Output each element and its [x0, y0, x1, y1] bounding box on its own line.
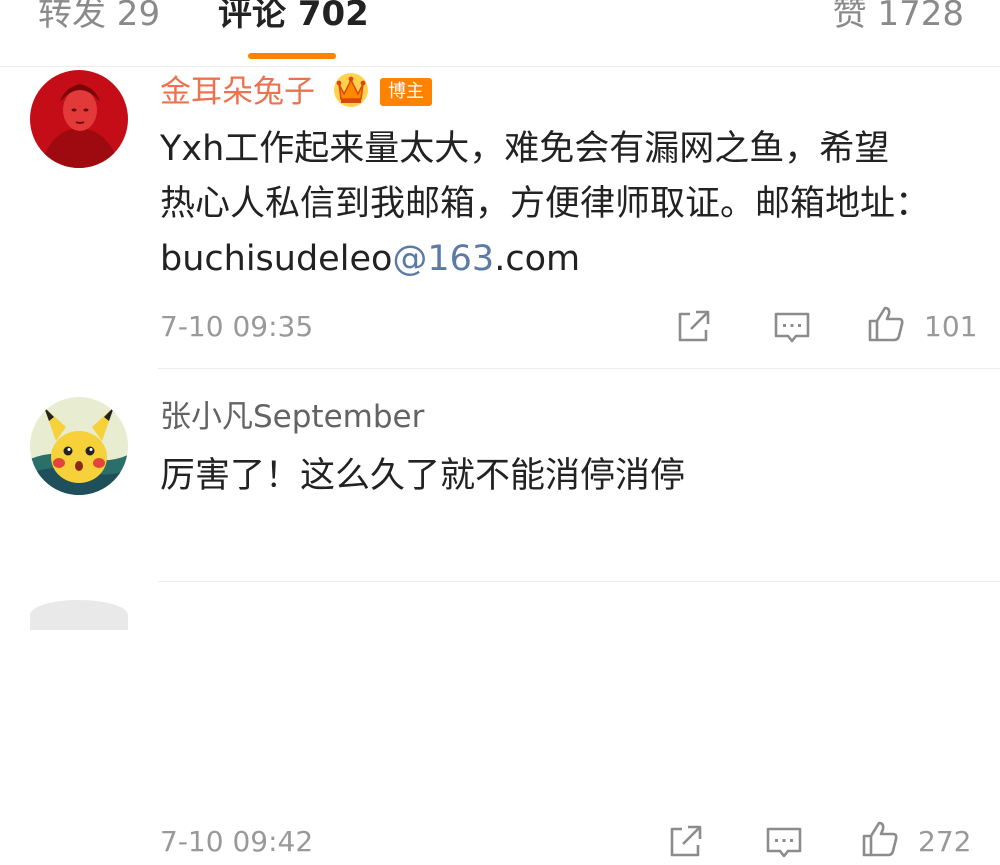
comment-username[interactable]: 张小凡September [160, 399, 424, 435]
like-button[interactable] [866, 304, 906, 344]
avatar[interactable] [30, 70, 128, 168]
comment-text: 厉害了！这么久了就不能消停消停 [160, 449, 685, 504]
crown-icon [332, 68, 370, 110]
email-prefix: buchisudeleo [160, 239, 393, 279]
tab-repost[interactable]: 转发 29 [38, 0, 160, 34]
comment-item: 张小凡September 厉害了！这么久了就不能消停消停 7-10 09:42 … [0, 369, 1000, 858]
comment-text: Yxh工作起来量太大，难免会有漏网之鱼，希望 热心人私信到我邮箱，方便律师取证。… [160, 122, 930, 287]
comment-time: 7-10 09:35 [160, 310, 314, 343]
reply-button[interactable] [764, 821, 804, 861]
comment-text-line: buchisudeleo@163.com [160, 232, 930, 287]
share-button[interactable] [666, 821, 706, 861]
comment-text-line: 热心人私信到我邮箱，方便律师取证。邮箱地址： [160, 184, 931, 224]
like-button[interactable] [860, 819, 900, 859]
active-tab-indicator [248, 53, 336, 59]
comment-text-line: 厉害了！这么久了就不能消停消停 [160, 456, 686, 496]
email-link[interactable]: @163 [392, 239, 494, 279]
tab-likes[interactable]: 赞 1728 [833, 0, 964, 34]
share-button[interactable] [674, 306, 714, 346]
comment-icon [766, 827, 802, 858]
divider [158, 581, 1000, 582]
share-icon [670, 825, 702, 857]
share-icon [678, 310, 710, 342]
comment-tabs: 转发 29 评论 702 赞 1728 [0, 0, 1000, 67]
comment-username[interactable]: 金耳朵兔子 [160, 74, 315, 110]
comment-text-line: Yxh工作起来量太大，难免会有漏网之鱼，希望 [160, 129, 890, 169]
thumbs-up-icon [862, 821, 898, 857]
like-count: 101 [924, 310, 978, 343]
email-suffix: .com [494, 239, 581, 279]
comment-icon [774, 312, 810, 343]
avatar[interactable] [30, 397, 128, 495]
comment-item: 金耳朵兔子 博主 Yxh工作起来量太大，难免会有漏网之鱼，希望 热心人私信到我邮… [0, 66, 1000, 368]
author-badge: 博主 [380, 78, 432, 106]
like-count: 272 [918, 825, 972, 858]
next-avatar-partial [30, 600, 128, 630]
comment-time: 7-10 09:42 [160, 825, 314, 858]
tab-comments[interactable]: 评论 702 [218, 0, 369, 34]
reply-button[interactable] [772, 306, 812, 346]
thumbs-up-icon [868, 306, 904, 342]
